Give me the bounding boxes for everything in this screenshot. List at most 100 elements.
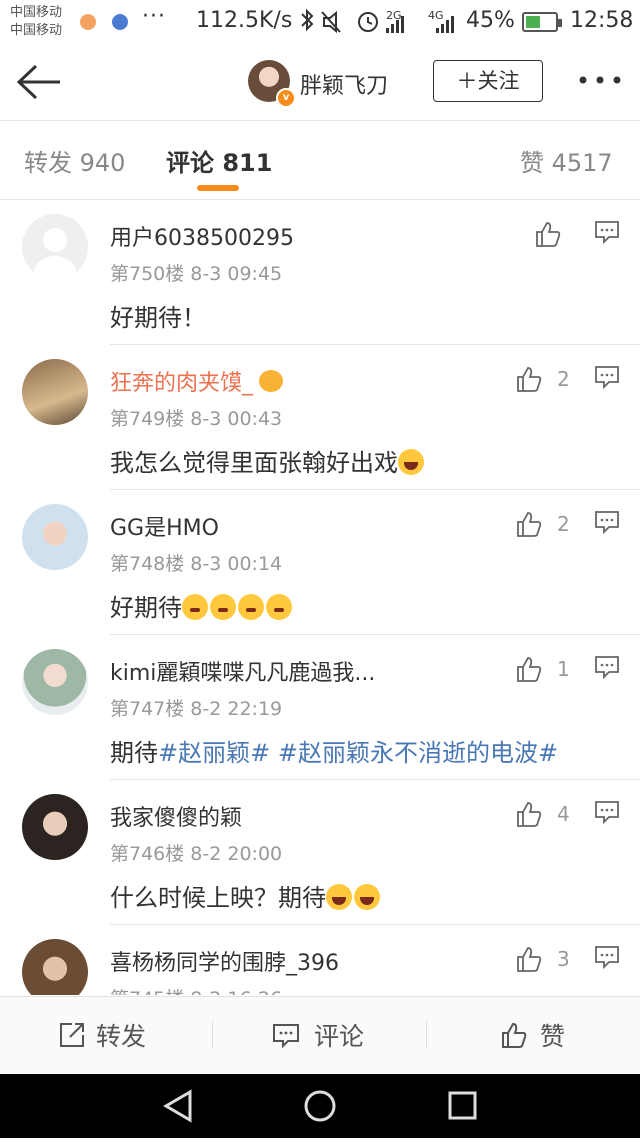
like-count: 2: [557, 367, 570, 391]
follow-button[interactable]: ＋关注: [433, 60, 543, 102]
comment-text: 期待#赵丽颖# #赵丽颖永不消逝的电波#: [110, 739, 559, 767]
comment-meta: 第747楼 8-2 22:19: [110, 698, 283, 720]
like-count: 3: [557, 947, 570, 971]
carrier-2: 中国移动: [10, 23, 63, 38]
status-icons: 2G 4G: [301, 8, 454, 34]
repost-button[interactable]: 转发: [58, 1017, 146, 1053]
blush-emoji-icon: [266, 594, 292, 620]
like-button[interactable]: 赞: [500, 1017, 565, 1053]
comment-meta: 第746楼 8-2 20:00: [110, 843, 283, 865]
default-avatar-icon: [34, 228, 76, 280]
mute-icon: [321, 10, 341, 34]
comment-author[interactable]: 用户6038500295: [110, 220, 294, 252]
battery-percent: 45%: [466, 8, 515, 33]
avatar[interactable]: [22, 504, 88, 570]
comment-label: 评论: [314, 1022, 365, 1051]
like-count: 2: [557, 512, 570, 536]
top-nav-bar: v 胖颖飞刀 ＋关注: [0, 44, 640, 121]
laugh-cry-emoji-icon: [398, 449, 424, 475]
comment-meta: 第748楼 8-3 00:14: [110, 553, 283, 575]
alarm-icon: [358, 12, 378, 32]
topic-link[interactable]: #赵丽颖#: [158, 739, 270, 767]
comment-button[interactable]: 评论: [272, 1017, 364, 1053]
comment-icon: [273, 1024, 299, 1049]
comment-text: 我怎么觉得里面张翰好出戏: [110, 443, 426, 478]
battery-level-fill: [526, 16, 541, 28]
reply-icon[interactable]: [594, 945, 620, 969]
like-label: 赞: [540, 1022, 566, 1051]
blush-emoji-icon: [182, 594, 208, 620]
comment-item: 狂奔的肉夹馍_ 第749楼 8-3 00:43 我怎么觉得里面张翰好出戏 2: [0, 345, 640, 490]
carrier-labels: 中国移动 中国移动: [10, 4, 62, 40]
avatar[interactable]: [22, 649, 88, 715]
network-2g-label: 2G: [386, 9, 402, 22]
author-name[interactable]: 胖颖飞刀: [300, 68, 388, 100]
notification-icon: [80, 14, 96, 30]
verified-badge-icon: v: [276, 88, 296, 108]
topic-link[interactable]: #赵丽颖永不消逝的电波#: [278, 739, 558, 767]
laugh-emoji-icon: [354, 884, 380, 910]
like-icon[interactable]: [515, 365, 543, 393]
like-icon[interactable]: [515, 945, 543, 973]
tab-repost[interactable]: 转发 940: [24, 143, 125, 178]
clock: 12:58: [570, 8, 634, 33]
comment-item: 我家傻傻的颖 第746楼 8-2 20:00 什么时候上映？期待 4: [0, 780, 640, 925]
blush-emoji-icon: [210, 594, 236, 620]
comment-meta: 第749楼 8-3 00:43: [110, 408, 283, 430]
reply-icon[interactable]: [594, 365, 620, 389]
avatar[interactable]: [22, 214, 88, 280]
notification-icon: [112, 14, 128, 30]
battery-icon: [522, 12, 562, 32]
comment-author[interactable]: 喜杨杨同学的围脖_396: [110, 945, 339, 977]
repost-icon: [60, 1023, 84, 1047]
comment-meta: 第750楼 8-3 09:45: [110, 263, 283, 285]
laugh-emoji-icon: [326, 884, 352, 910]
nav-home-icon[interactable]: [304, 1090, 336, 1122]
comment-text: 好期待！: [110, 304, 206, 332]
like-icon: [502, 1022, 527, 1048]
bluetooth-icon: [301, 8, 314, 32]
comment-author[interactable]: GG是HMO: [110, 510, 219, 542]
comment-meta: 第745楼 8-2 16:26: [110, 984, 282, 995]
status-bar: 中国移动 中国移动 ··· 112.5K/s 2G 4G 45% 12:58: [0, 0, 640, 44]
reply-icon[interactable]: [594, 220, 620, 244]
blush-emoji-icon: [238, 594, 264, 620]
comment-list[interactable]: 用户6038500295 第750楼 8-3 09:45 好期待！ 狂奔的肉夹馍…: [0, 200, 640, 995]
comment-author[interactable]: 我家傻傻的颖: [110, 800, 242, 832]
reply-icon[interactable]: [594, 800, 620, 824]
network-speed: 112.5K/s: [196, 8, 293, 33]
tab-comment[interactable]: 评论 811: [166, 143, 272, 178]
avatar[interactable]: [22, 359, 88, 425]
like-icon[interactable]: [515, 800, 543, 828]
like-icon[interactable]: [515, 510, 543, 538]
like-count: 1: [557, 657, 570, 681]
tab-like[interactable]: 赞 4517: [520, 143, 613, 178]
bottom-action-bar: 转发 评论 赞: [0, 996, 640, 1075]
comment-item: kimi麗穎喋喋凡凡鹿過我... 第747楼 8-2 22:19 期待#赵丽颖#…: [0, 635, 640, 780]
crown-badge-icon: [259, 370, 284, 392]
back-arrow-icon[interactable]: [16, 62, 62, 102]
more-notifications-icon: ···: [142, 4, 166, 29]
like-icon[interactable]: [534, 220, 562, 248]
carrier-1: 中国移动: [10, 5, 63, 20]
system-nav-bar: [0, 1074, 640, 1138]
comment-text: 什么时候上映？期待: [110, 878, 382, 913]
comment-item: GG是HMO 第748楼 8-3 00:14 好期待 2: [0, 490, 640, 635]
repost-label: 转发: [96, 1022, 147, 1051]
reply-icon[interactable]: [594, 510, 620, 534]
avatar[interactable]: [22, 794, 88, 860]
network-4g-label: 4G: [428, 9, 444, 22]
more-options-icon[interactable]: [578, 72, 622, 88]
reply-icon[interactable]: [594, 655, 620, 679]
nav-back-icon[interactable]: [163, 1089, 192, 1123]
like-count: 4: [557, 802, 570, 826]
post-tabs: 转发 940 评论 811 赞 4517: [0, 121, 640, 200]
active-tab-indicator: [197, 185, 239, 191]
comment-item: 用户6038500295 第750楼 8-3 09:45 好期待！: [0, 200, 640, 345]
comment-item: 喜杨杨同学的围脖_396 第745楼 8-2 16:26 3: [0, 925, 640, 995]
comment-author[interactable]: kimi麗穎喋喋凡凡鹿過我...: [110, 655, 375, 687]
comment-author[interactable]: 狂奔的肉夹馍_: [110, 365, 284, 397]
avatar[interactable]: [22, 939, 88, 995]
nav-recents-icon[interactable]: [448, 1091, 477, 1120]
like-icon[interactable]: [515, 655, 543, 683]
